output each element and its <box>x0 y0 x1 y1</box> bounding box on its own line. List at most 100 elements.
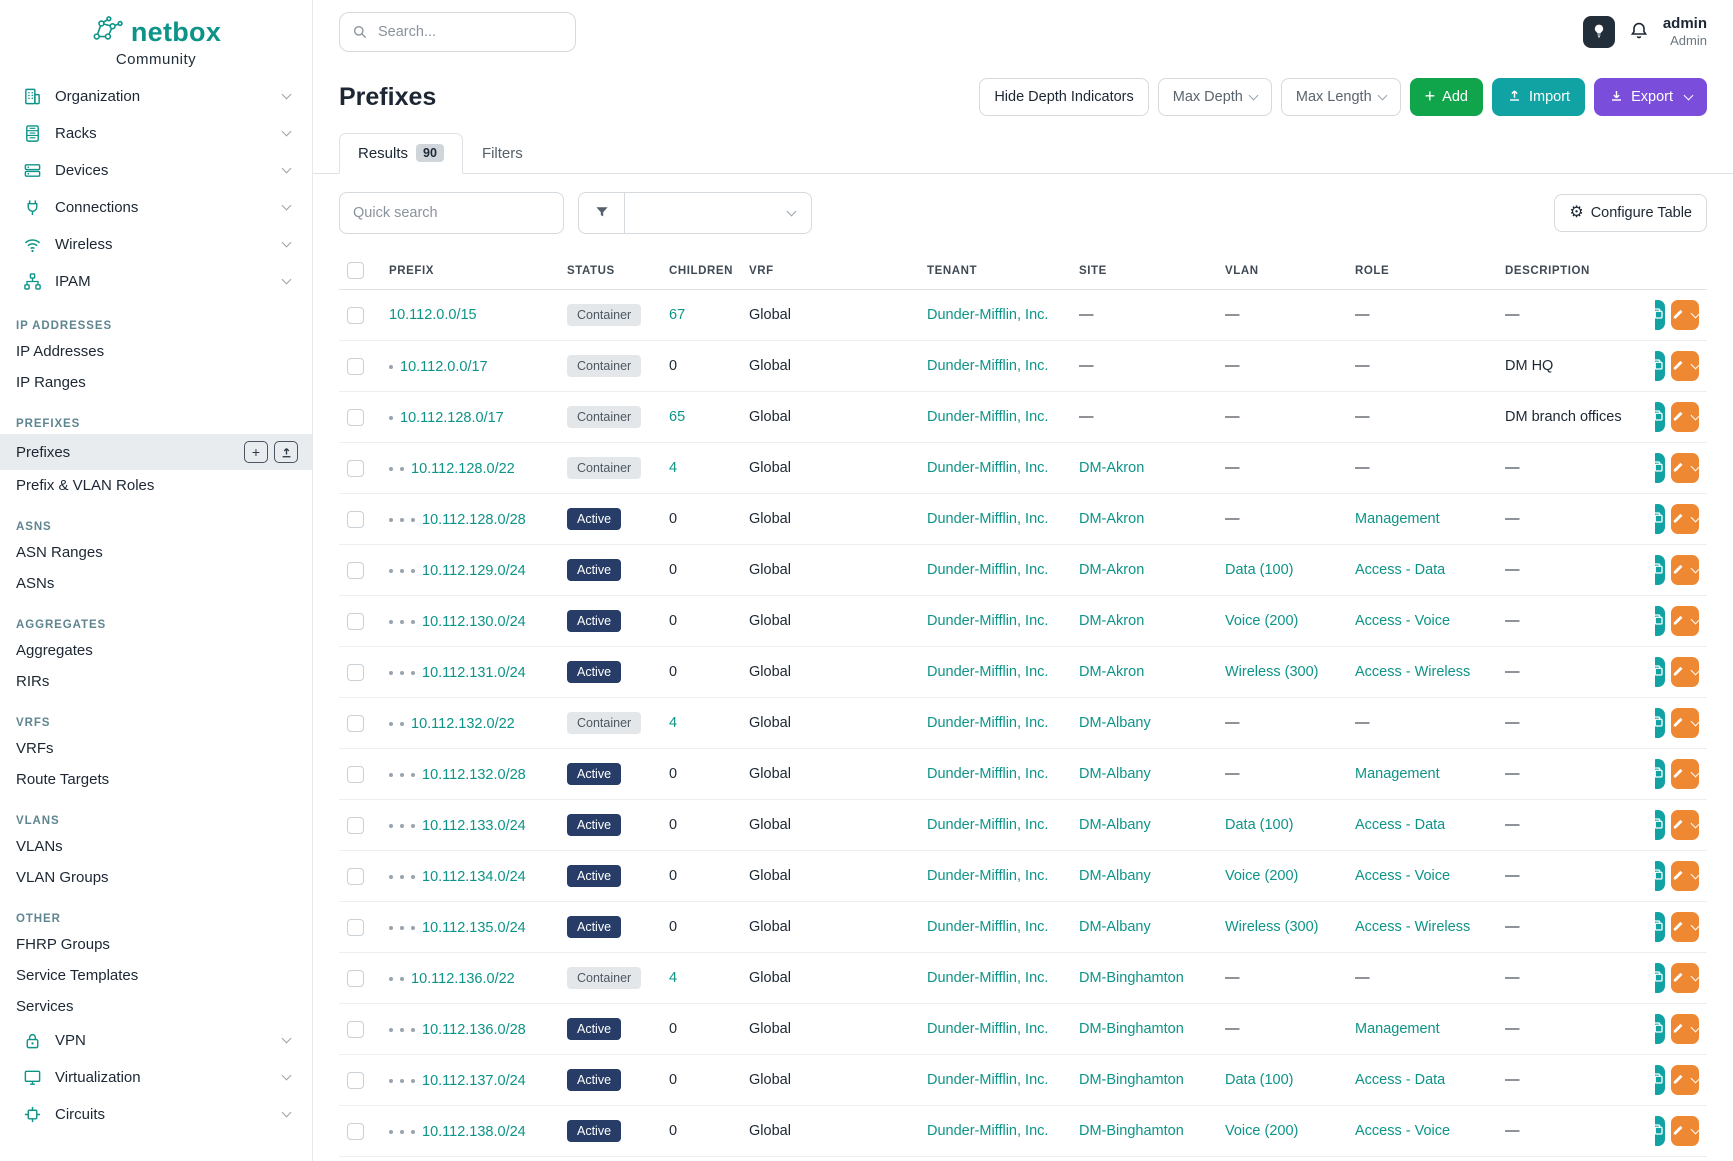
row-checkbox[interactable] <box>347 460 364 477</box>
column-header-role[interactable]: Role <box>1347 252 1497 290</box>
select-all-checkbox[interactable] <box>347 262 364 279</box>
tenant-link[interactable]: Dunder-Mifflin, Inc. <box>927 1072 1048 1088</box>
quick-search-input[interactable] <box>339 192 564 234</box>
edit-button[interactable] <box>1671 453 1699 483</box>
tenant-link[interactable]: Dunder-Mifflin, Inc. <box>927 664 1048 680</box>
row-checkbox[interactable] <box>347 868 364 885</box>
column-header-children[interactable]: Children <box>661 252 741 290</box>
copy-button[interactable] <box>1655 453 1665 483</box>
vlan-link[interactable]: Data (100) <box>1225 1072 1294 1088</box>
add-button[interactable]: + Add <box>1410 78 1483 116</box>
sidebar-item-racks[interactable]: Racks <box>0 115 312 152</box>
tenant-link[interactable]: Dunder-Mifflin, Inc. <box>927 970 1048 986</box>
row-checkbox[interactable] <box>347 409 364 426</box>
children-count-link[interactable]: 4 <box>669 970 677 986</box>
role-link[interactable]: Management <box>1355 766 1440 782</box>
site-link[interactable]: DM-Akron <box>1079 511 1144 527</box>
site-link[interactable]: DM-Akron <box>1079 613 1144 629</box>
user-menu[interactable]: admin Admin <box>1663 15 1707 50</box>
column-header-tenant[interactable]: Tenant <box>919 252 1071 290</box>
row-checkbox[interactable] <box>347 511 364 528</box>
copy-button[interactable] <box>1655 708 1665 738</box>
filter-button[interactable] <box>578 192 624 234</box>
tenant-link[interactable]: Dunder-Mifflin, Inc. <box>927 817 1048 833</box>
sidebar-item-ipam[interactable]: IPAM <box>0 263 312 300</box>
sidebar-item-rirs[interactable]: RIRs <box>0 666 312 697</box>
copy-button[interactable] <box>1655 912 1665 942</box>
hide-depth-indicators-button[interactable]: Hide Depth Indicators <box>979 78 1148 116</box>
theme-toggle-button[interactable] <box>1583 16 1615 48</box>
sidebar-item-ip-addresses[interactable]: IP Addresses <box>0 336 312 367</box>
row-checkbox[interactable] <box>347 664 364 681</box>
prefix-link[interactable]: 10.112.132.0/22 <box>411 716 515 732</box>
vlan-link[interactable]: Data (100) <box>1225 817 1294 833</box>
site-link[interactable]: DM-Albany <box>1079 817 1151 833</box>
site-link[interactable]: DM-Albany <box>1079 715 1151 731</box>
row-checkbox[interactable] <box>347 307 364 324</box>
saved-filter-select[interactable] <box>624 192 812 234</box>
row-checkbox[interactable] <box>347 1021 364 1038</box>
sidebar-item-asns[interactable]: ASNs <box>0 568 312 599</box>
column-header-description[interactable]: Description <box>1497 252 1655 290</box>
import-button[interactable]: Import <box>1492 78 1585 116</box>
prefix-link[interactable]: 10.112.131.0/24 <box>422 665 526 681</box>
sidebar-item-connections[interactable]: Connections <box>0 189 312 226</box>
sidebar-item-fhrp-groups[interactable]: FHRP Groups <box>0 929 312 960</box>
sidebar-item-prefix-vlan-roles[interactable]: Prefix & VLAN Roles <box>0 470 312 501</box>
notifications-button[interactable] <box>1629 21 1649 44</box>
copy-button[interactable] <box>1655 861 1665 891</box>
sidebar-item-virtualization[interactable]: Virtualization <box>0 1059 312 1096</box>
tenant-link[interactable]: Dunder-Mifflin, Inc. <box>927 868 1048 884</box>
tenant-link[interactable]: Dunder-Mifflin, Inc. <box>927 409 1048 425</box>
edit-button[interactable] <box>1671 912 1699 942</box>
prefix-link[interactable]: 10.112.0.0/15 <box>389 307 477 323</box>
tenant-link[interactable]: Dunder-Mifflin, Inc. <box>927 511 1048 527</box>
sidebar-item-vlans[interactable]: VLANs <box>0 831 312 862</box>
role-link[interactable]: Access - Wireless <box>1355 664 1470 680</box>
role-link[interactable]: Management <box>1355 511 1440 527</box>
prefix-link[interactable]: 10.112.136.0/22 <box>411 971 515 987</box>
edit-button[interactable] <box>1671 555 1699 585</box>
sidebar-item-organization[interactable]: Organization <box>0 78 312 115</box>
sidebar-item-devices[interactable]: Devices <box>0 152 312 189</box>
tenant-link[interactable]: Dunder-Mifflin, Inc. <box>927 919 1048 935</box>
edit-button[interactable] <box>1671 1116 1699 1146</box>
sidebar-item-ip-ranges[interactable]: IP Ranges <box>0 367 312 398</box>
tenant-link[interactable]: Dunder-Mifflin, Inc. <box>927 358 1048 374</box>
row-checkbox[interactable] <box>347 1123 364 1140</box>
edit-button[interactable] <box>1671 606 1699 636</box>
role-link[interactable]: Access - Data <box>1355 562 1445 578</box>
role-link[interactable]: Access - Voice <box>1355 1123 1450 1139</box>
row-checkbox[interactable] <box>347 358 364 375</box>
prefix-link[interactable]: 10.112.136.0/28 <box>422 1022 526 1038</box>
prefix-link[interactable]: 10.112.128.0/17 <box>400 410 504 426</box>
tab-results[interactable]: Results 90 <box>339 133 463 174</box>
edit-button[interactable] <box>1671 963 1699 993</box>
vlan-link[interactable]: Wireless (300) <box>1225 664 1318 680</box>
tenant-link[interactable]: Dunder-Mifflin, Inc. <box>927 715 1048 731</box>
copy-button[interactable] <box>1655 606 1665 636</box>
row-checkbox[interactable] <box>347 766 364 783</box>
row-checkbox[interactable] <box>347 613 364 630</box>
edit-button[interactable] <box>1671 708 1699 738</box>
sidebar-item-route-targets[interactable]: Route Targets <box>0 764 312 795</box>
copy-button[interactable] <box>1655 1065 1665 1095</box>
row-checkbox[interactable] <box>347 562 364 579</box>
copy-button[interactable] <box>1655 1116 1665 1146</box>
edit-button[interactable] <box>1671 504 1699 534</box>
tab-filters[interactable]: Filters <box>463 133 542 174</box>
sidebar-item-vrfs[interactable]: VRFs <box>0 733 312 764</box>
vlan-link[interactable]: Voice (200) <box>1225 613 1298 629</box>
configure-table-button[interactable]: ⚙ Configure Table <box>1554 194 1707 232</box>
children-count-link[interactable]: 4 <box>669 715 677 731</box>
role-link[interactable]: Access - Voice <box>1355 868 1450 884</box>
tenant-link[interactable]: Dunder-Mifflin, Inc. <box>927 562 1048 578</box>
tenant-link[interactable]: Dunder-Mifflin, Inc. <box>927 307 1048 323</box>
column-header-prefix[interactable]: Prefix <box>381 252 559 290</box>
site-link[interactable]: DM-Binghamton <box>1079 1123 1184 1139</box>
sidebar-item-services[interactable]: Services <box>0 991 312 1022</box>
row-checkbox[interactable] <box>347 817 364 834</box>
role-link[interactable]: Management <box>1355 1021 1440 1037</box>
edit-button[interactable] <box>1671 300 1699 330</box>
sidebar-item-service-templates[interactable]: Service Templates <box>0 960 312 991</box>
